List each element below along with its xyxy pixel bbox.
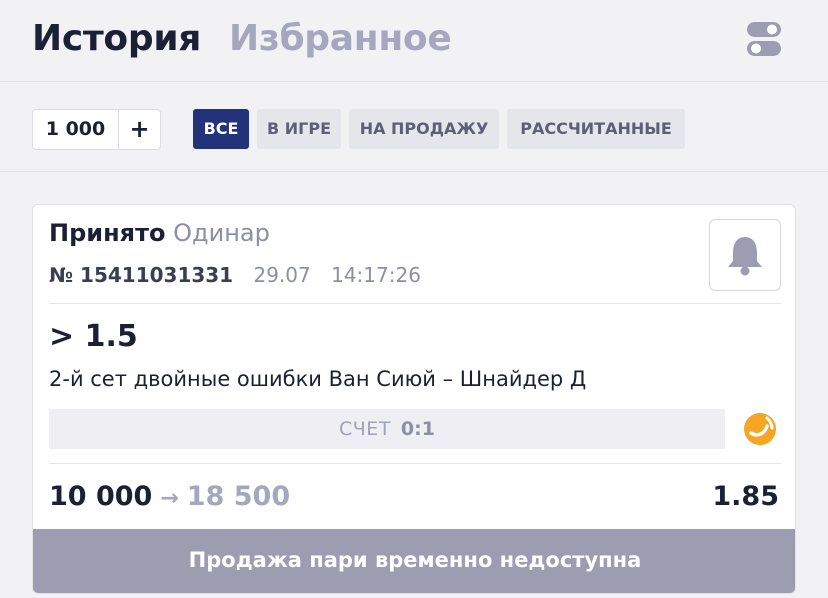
bet-card[interactable]: Принято Одинар № 15411031331 29.07 14:17… bbox=[32, 204, 796, 594]
header: История Избранное bbox=[0, 0, 828, 82]
arrow-right-icon: → bbox=[160, 486, 179, 511]
tab-favorites[interactable]: Избранное bbox=[229, 18, 452, 59]
score-label: СЧЕТ bbox=[339, 418, 391, 440]
tennis-ball-icon bbox=[744, 413, 776, 445]
bet-potential-win: 18 500 bbox=[186, 481, 291, 512]
tab-history[interactable]: История bbox=[32, 18, 201, 59]
filter-chip-for-sale[interactable]: НА ПРОДАЖУ bbox=[349, 109, 499, 149]
filter-bar: 1 000 + ВСЕ В ИГРЕ НА ПРОДАЖУ РАССЧИТАНН… bbox=[0, 82, 828, 172]
toggle-settings-icon[interactable] bbox=[747, 20, 781, 58]
bet-date: 29.07 bbox=[253, 263, 311, 287]
bet-coefficient: 1.85 bbox=[712, 481, 779, 512]
bet-meta: № 15411031331 29.07 14:17:26 bbox=[49, 263, 421, 287]
bell-icon bbox=[728, 237, 762, 276]
score-value: 0:1 bbox=[400, 418, 435, 440]
notification-button[interactable] bbox=[709, 219, 781, 291]
stake-plus-button[interactable]: + bbox=[119, 110, 160, 149]
bet-number: № 15411031331 bbox=[49, 263, 234, 287]
filter-chip-all[interactable]: ВСЕ bbox=[193, 109, 249, 149]
bet-market: 2-й сет двойные ошибки Ван Сиюй – Шнайде… bbox=[49, 367, 587, 391]
filter-chip-settled[interactable]: РАССЧИТАННЫЕ bbox=[507, 109, 685, 149]
bet-type: Одинар bbox=[173, 219, 270, 247]
bet-status: Принято bbox=[49, 219, 166, 247]
bet-time: 14:17:26 bbox=[331, 263, 421, 287]
card-divider bbox=[49, 463, 781, 464]
bet-stake-amount: 10 000 bbox=[49, 481, 153, 512]
bet-status-line: Принято Одинар bbox=[49, 219, 270, 247]
sell-bet-button[interactable]: Продажа пари временно недоступна bbox=[33, 529, 795, 593]
bet-amounts: 10 000 → 18 500 bbox=[49, 481, 290, 512]
score-bar: СЧЕТ 0:1 bbox=[49, 409, 725, 449]
stake-stepper: 1 000 + bbox=[32, 109, 161, 150]
filter-chip-live[interactable]: В ИГРЕ bbox=[257, 109, 341, 149]
bet-outcome: > 1.5 bbox=[49, 319, 138, 354]
stake-value[interactable]: 1 000 bbox=[33, 110, 119, 149]
card-divider bbox=[49, 303, 781, 304]
